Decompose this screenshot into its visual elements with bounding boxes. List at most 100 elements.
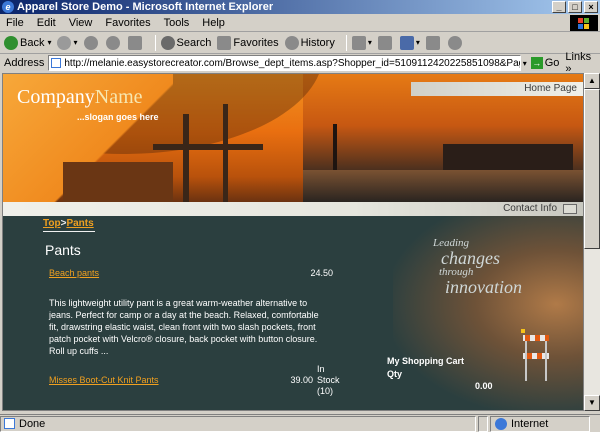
- menu-help[interactable]: Help: [202, 17, 225, 29]
- go-arrow-icon: →: [530, 57, 543, 69]
- status-bar: Done Internet: [0, 414, 600, 432]
- product-price: 39.00: [290, 375, 313, 385]
- zone-label: Internet: [511, 417, 549, 430]
- history-label: History: [300, 36, 335, 49]
- toolbar-separator: [154, 34, 156, 51]
- internet-zone-icon: [495, 417, 507, 430]
- vertical-scrollbar[interactable]: ▲ ▼: [584, 73, 600, 411]
- home-button[interactable]: [127, 35, 144, 50]
- breadcrumb-current-link[interactable]: Pants: [66, 218, 93, 229]
- history-button[interactable]: History: [284, 35, 335, 50]
- ie-icon: e: [2, 1, 14, 13]
- contact-info-link[interactable]: Contact Info: [503, 202, 557, 216]
- tagline: Leading changes through innovation: [433, 238, 522, 297]
- crane-structure: [153, 144, 263, 150]
- scroll-down-button[interactable]: ▼: [584, 395, 600, 411]
- forward-button[interactable]: ▾: [57, 35, 78, 50]
- mail-dropdown-icon[interactable]: ▾: [368, 38, 372, 47]
- menu-favorites[interactable]: Favorites: [105, 17, 150, 29]
- slogan: ...slogan goes here: [77, 112, 159, 122]
- refresh-button[interactable]: [105, 35, 122, 50]
- back-dropdown-icon[interactable]: ▾: [47, 38, 51, 47]
- header-banner: CompanyName ...slogan goes here Home Pag…: [3, 74, 583, 202]
- menu-view[interactable]: View: [69, 17, 93, 29]
- stop-icon: [83, 35, 98, 50]
- home-icon: [127, 35, 142, 50]
- links-label: Links: [565, 51, 592, 63]
- window-titlebar: e Apparel Store Demo - Microsoft Interne…: [0, 0, 600, 14]
- web-viewport: CompanyName ...slogan goes here Home Pag…: [2, 73, 584, 411]
- status-zone-panel: Internet: [490, 415, 590, 432]
- edit-button[interactable]: ▾: [399, 35, 420, 50]
- product-link[interactable]: Misses Boot-Cut Knit Pants: [49, 375, 159, 385]
- window-controls: _ □ ×: [552, 1, 598, 13]
- scroll-thumb[interactable]: [584, 89, 600, 249]
- menu-edit[interactable]: Edit: [37, 17, 56, 29]
- back-arrow-icon: [4, 35, 18, 50]
- stock-line: Stock: [317, 375, 340, 385]
- stock-status: In Stock (10): [317, 364, 340, 397]
- shopping-cart-title[interactable]: My Shopping Cart: [387, 356, 464, 366]
- toolbar-separator: [345, 34, 347, 51]
- search-label: Search: [176, 36, 212, 49]
- menu-file[interactable]: File: [6, 17, 24, 29]
- stock-count: (10): [317, 386, 334, 396]
- close-button[interactable]: ×: [584, 1, 598, 13]
- product-price: 24.50: [310, 268, 333, 278]
- print-button[interactable]: [377, 35, 394, 50]
- page-done-icon: [4, 418, 15, 429]
- maximize-button[interactable]: □: [568, 1, 582, 13]
- menu-tools[interactable]: Tools: [164, 17, 190, 29]
- address-bar: Address http://melanie.easystorecreator.…: [0, 51, 600, 75]
- company-name-part2: Name: [94, 86, 143, 108]
- status-panel: [478, 415, 488, 432]
- forward-arrow-icon: [57, 35, 72, 50]
- go-button[interactable]: → Go: [530, 57, 560, 69]
- company-logo[interactable]: CompanyName: [17, 86, 143, 109]
- home-page-link[interactable]: Home Page: [524, 82, 577, 96]
- mail-button[interactable]: ▾: [351, 35, 372, 50]
- windows-logo-icon: [570, 15, 598, 31]
- stop-button[interactable]: [83, 35, 100, 50]
- mail-icon: [351, 35, 366, 50]
- crane-structure: [183, 114, 189, 202]
- forward-dropdown-icon[interactable]: ▾: [73, 38, 77, 47]
- address-dropdown-icon[interactable]: ▾: [523, 59, 527, 68]
- envelope-icon[interactable]: [563, 204, 577, 214]
- breadcrumb-underline: [43, 231, 95, 232]
- cart-qty-label: Qty: [387, 369, 403, 379]
- barricade-image: [521, 329, 549, 381]
- favorites-button[interactable]: Favorites: [217, 35, 279, 50]
- history-icon: [284, 35, 299, 50]
- company-name-part1: Company: [17, 86, 95, 108]
- silo-structure: [63, 162, 173, 202]
- go-label: Go: [544, 57, 560, 69]
- search-button[interactable]: Search: [160, 35, 212, 50]
- breadcrumb-top-link[interactable]: Top: [43, 218, 61, 229]
- address-label: Address: [4, 57, 45, 69]
- discuss-button[interactable]: [425, 35, 442, 50]
- breadcrumb: Top>Pants: [43, 218, 94, 229]
- back-button[interactable]: Back ▾: [4, 35, 51, 50]
- contact-strip: Contact Info: [3, 202, 583, 216]
- links-button[interactable]: Links »: [565, 51, 600, 75]
- product-link[interactable]: Beach pants: [49, 268, 99, 278]
- menu-bar: File Edit View Favorites Tools Help: [0, 14, 600, 32]
- cart-total: 0.00: [475, 381, 493, 391]
- scroll-up-button[interactable]: ▲: [584, 73, 600, 89]
- address-input[interactable]: http://melanie.easystorecreator.com/Brow…: [48, 55, 521, 71]
- favorites-label: Favorites: [233, 36, 279, 49]
- address-url: http://melanie.easystorecreator.com/Brow…: [64, 57, 519, 69]
- favorites-icon: [217, 35, 232, 50]
- status-text: Done: [19, 417, 46, 430]
- tagline-line4: innovation: [445, 277, 522, 297]
- page-title: Pants: [45, 242, 81, 258]
- messenger-icon: [447, 35, 462, 50]
- home-page-bar: Home Page: [411, 82, 583, 96]
- status-text-panel: Done: [0, 415, 476, 432]
- minimize-button[interactable]: _: [552, 1, 566, 13]
- refresh-icon: [105, 35, 120, 50]
- edit-dropdown-icon[interactable]: ▾: [416, 38, 420, 47]
- messenger-button[interactable]: [447, 35, 464, 50]
- product-description: This lightweight utility pant is a great…: [49, 298, 319, 356]
